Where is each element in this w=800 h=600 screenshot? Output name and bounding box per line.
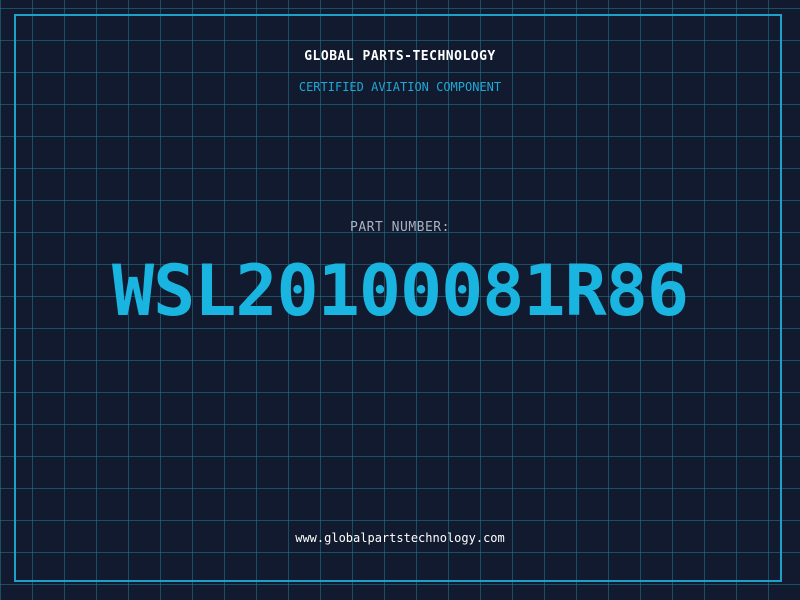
company-tagline: CERTIFIED AVIATION COMPONENT	[298, 80, 502, 94]
company-name: GLOBAL PARTS-TECHNOLOGY	[304, 49, 496, 64]
label-canvas: GLOBAL PARTS-TECHNOLOGY CERTIFIED AVIATI…	[0, 0, 800, 600]
part-number-value: WSL20100081R86	[111, 250, 689, 332]
website-url: www.globalpartstechnology.com	[295, 531, 505, 545]
part-number-label: PART NUMBER:	[350, 220, 450, 235]
